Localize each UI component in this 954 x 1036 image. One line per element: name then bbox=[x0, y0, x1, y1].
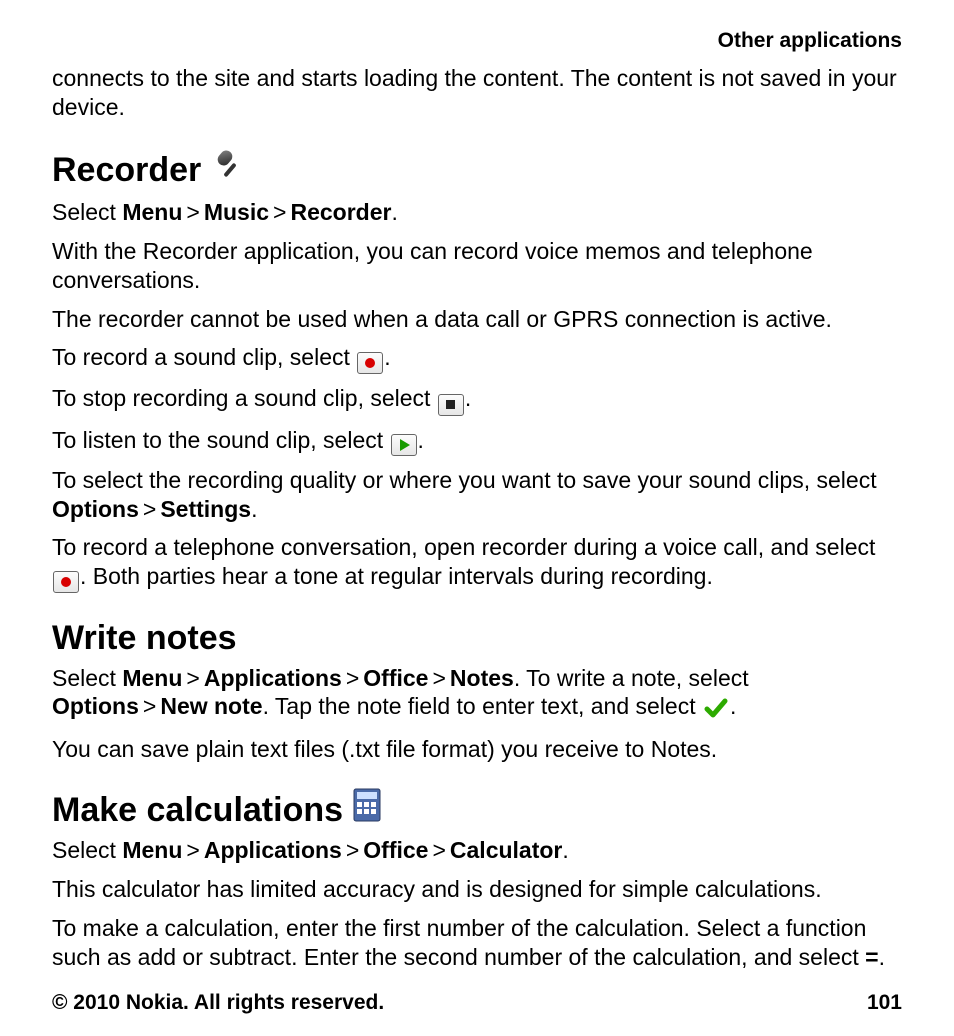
text: . bbox=[384, 344, 390, 370]
nav-recorder: Recorder bbox=[290, 199, 391, 225]
nav-menu: Menu bbox=[122, 665, 182, 691]
nav-calculator: Calculator bbox=[450, 837, 562, 863]
nav-menu: Menu bbox=[122, 199, 182, 225]
text: Select bbox=[52, 837, 122, 863]
nav-options: Options bbox=[52, 693, 139, 719]
text: . bbox=[879, 944, 885, 970]
text: . bbox=[251, 496, 257, 522]
separator: > bbox=[186, 199, 199, 225]
text: . bbox=[730, 693, 736, 719]
nav-office: Office bbox=[363, 665, 428, 691]
separator: > bbox=[432, 665, 445, 691]
intro-paragraph: connects to the site and starts loading … bbox=[52, 64, 902, 122]
separator: > bbox=[273, 199, 286, 225]
calc-heading: Make calculations bbox=[52, 788, 902, 833]
nav-options: Options bbox=[52, 496, 139, 522]
text: To make a calculation, enter the first n… bbox=[52, 915, 866, 970]
text: . bbox=[465, 385, 471, 411]
nav-applications: Applications bbox=[204, 837, 342, 863]
nav-new-note: New note bbox=[160, 693, 262, 719]
notes-desc: You can save plain text files (.txt file… bbox=[52, 735, 902, 764]
nav-office: Office bbox=[363, 837, 428, 863]
microphone-icon bbox=[211, 146, 249, 195]
calc-heading-text: Make calculations bbox=[52, 789, 343, 832]
text: To select the recording quality or where… bbox=[52, 467, 877, 493]
nav-applications: Applications bbox=[204, 665, 342, 691]
nav-music: Music bbox=[204, 199, 269, 225]
copyright: © 2010 Nokia. All rights reserved. bbox=[52, 990, 384, 1016]
recorder-heading: Recorder bbox=[52, 146, 902, 195]
page-footer: © 2010 Nokia. All rights reserved. 101 bbox=[52, 990, 902, 1016]
separator: > bbox=[346, 837, 359, 863]
recorder-record-line: To record a sound clip, select . bbox=[52, 343, 902, 374]
notes-heading-text: Write notes bbox=[52, 617, 237, 660]
separator: > bbox=[186, 665, 199, 691]
text: Select bbox=[52, 199, 122, 225]
calc-nav: Select Menu>Applications>Office>Calculat… bbox=[52, 836, 902, 865]
equals-key: = bbox=[865, 944, 878, 970]
manual-page: Other applications connects to the site … bbox=[0, 0, 954, 1036]
separator: > bbox=[432, 837, 445, 863]
text: . Tap the note field to enter text, and … bbox=[263, 693, 702, 719]
running-header: Other applications bbox=[52, 28, 902, 54]
separator: > bbox=[143, 693, 156, 719]
separator: > bbox=[346, 665, 359, 691]
recorder-desc-2: The recorder cannot be used when a data … bbox=[52, 305, 902, 334]
record-icon bbox=[357, 352, 383, 374]
text: . To write a note, select bbox=[514, 665, 749, 691]
nav-notes: Notes bbox=[450, 665, 514, 691]
separator: > bbox=[186, 837, 199, 863]
text: To listen to the sound clip, select bbox=[52, 427, 390, 453]
text: . bbox=[562, 837, 568, 863]
text: . bbox=[391, 199, 397, 225]
calc-desc-1: This calculator has limited accuracy and… bbox=[52, 875, 902, 904]
text: To record a telephone conversation, open… bbox=[52, 534, 875, 560]
recorder-nav: Select Menu>Music>Recorder. bbox=[52, 198, 902, 227]
text: To stop recording a sound clip, select bbox=[52, 385, 437, 411]
nav-menu: Menu bbox=[122, 837, 182, 863]
text: . bbox=[418, 427, 424, 453]
text: To record a sound clip, select bbox=[52, 344, 356, 370]
recorder-settings-line: To select the recording quality or where… bbox=[52, 466, 902, 524]
recorder-stop-line: To stop recording a sound clip, select . bbox=[52, 384, 902, 416]
separator: > bbox=[143, 496, 156, 522]
recorder-play-line: To listen to the sound clip, select . bbox=[52, 426, 902, 456]
recorder-heading-text: Recorder bbox=[52, 149, 201, 192]
calc-desc-2: To make a calculation, enter the first n… bbox=[52, 914, 902, 972]
record-icon bbox=[53, 571, 79, 593]
calculator-icon bbox=[353, 788, 381, 833]
play-icon bbox=[391, 434, 417, 456]
page-number: 101 bbox=[867, 990, 902, 1016]
recorder-desc-1: With the Recorder application, you can r… bbox=[52, 237, 902, 295]
notes-heading: Write notes bbox=[52, 617, 902, 660]
notes-nav: Select Menu>Applications>Office>Notes. T… bbox=[52, 664, 902, 726]
text: . Both parties hear a tone at regular in… bbox=[80, 563, 713, 589]
recorder-call-line: To record a telephone conversation, open… bbox=[52, 533, 902, 593]
checkmark-icon bbox=[704, 696, 728, 725]
nav-settings: Settings bbox=[160, 496, 251, 522]
text: Select bbox=[52, 665, 122, 691]
stop-icon bbox=[438, 394, 464, 416]
